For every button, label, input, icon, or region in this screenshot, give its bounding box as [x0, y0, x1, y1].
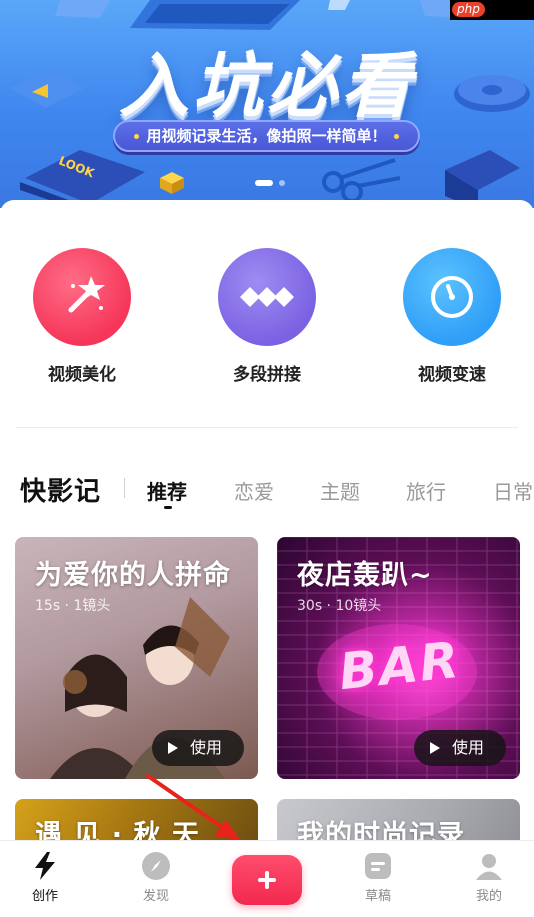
nav-label: 创作 — [31, 889, 58, 904]
nav-mine[interactable]: 我的 — [459, 851, 519, 904]
play-icon — [430, 742, 440, 754]
tool-video-beautify[interactable]: 视频美化 — [17, 248, 147, 385]
active-tab-indicator — [164, 506, 172, 509]
brand-logo: 快影记 — [20, 477, 102, 507]
banner-title: 入坑必看 — [119, 45, 415, 127]
watermark-text: php — [452, 2, 485, 17]
tab-daily[interactable]: 日常 — [493, 476, 533, 505]
use-button-label: 使用 — [452, 738, 485, 757]
magic-wand-icon — [33, 248, 131, 346]
banner-pagination — [255, 180, 285, 186]
use-template-button[interactable]: 使用 — [414, 730, 506, 766]
diamonds-icon — [218, 248, 316, 346]
banner[interactable]: LOOK 入坑必看 用视频记录生活，像拍照一样简单！ — [0, 0, 534, 208]
template-card[interactable]: 为爱你的人拼命 15s · 1镜头 使用 — [15, 537, 258, 779]
template-card[interactable]: BAR 夜店轰趴~ 30s · 10镜头 使用 — [277, 537, 520, 779]
tab-recommend[interactable]: 推荐 — [147, 476, 187, 505]
compass-icon — [142, 852, 170, 880]
draft-icon — [365, 853, 391, 879]
card-title: 为爱你的人拼命 — [35, 560, 231, 591]
user-icon — [476, 854, 502, 880]
card-meta: 15s · 1镜头 — [35, 598, 111, 614]
use-template-button[interactable]: 使用 — [152, 730, 244, 766]
nav-label: 草稿 — [364, 889, 391, 904]
banner-slogan: 用视频记录生活，像拍照一样简单！ — [113, 120, 420, 152]
card-title: 夜店轰趴~ — [297, 560, 433, 591]
nav-label: 我的 — [475, 889, 502, 904]
plus-icon-vertical — [265, 871, 269, 889]
lightning-icon — [35, 852, 55, 880]
tool-shortcuts: 视频美化 多段拼接 视频变速 — [0, 248, 534, 398]
tool-video-speed[interactable]: 视频变速 — [387, 248, 517, 385]
tool-label: 视频变速 — [418, 365, 486, 385]
play-icon — [168, 742, 178, 754]
create-add-button[interactable] — [232, 855, 302, 905]
bottom-nav: 创作 发现 草稿 我的 — [0, 840, 534, 917]
nav-create[interactable]: 创作 — [15, 851, 75, 904]
nav-draft[interactable]: 草稿 — [348, 851, 408, 904]
use-button-label: 使用 — [190, 738, 223, 757]
tool-label: 多段拼接 — [233, 365, 301, 385]
tab-theme[interactable]: 主题 — [320, 476, 360, 505]
nav-discover[interactable]: 发现 — [126, 851, 186, 904]
tab-love[interactable]: 恋爱 — [234, 476, 274, 505]
watermark-badge: php — [450, 0, 534, 20]
tool-multi-splice[interactable]: 多段拼接 — [202, 248, 332, 385]
speedometer-icon — [403, 248, 501, 346]
section-divider — [16, 427, 518, 428]
banner-slogan-text: 用视频记录生活，像拍照一样简单！ — [146, 127, 387, 145]
pagination-dot-active — [255, 180, 273, 186]
category-bar: 快影记 推荐 恋爱 主题 旅行 日常 — [0, 466, 534, 516]
tool-label: 视频美化 — [48, 365, 116, 385]
card-meta: 30s · 10镜头 — [297, 598, 382, 614]
nav-label: 发现 — [142, 889, 169, 904]
pagination-dot — [279, 180, 285, 186]
brand-separator — [124, 478, 125, 498]
tab-travel[interactable]: 旅行 — [406, 476, 446, 505]
